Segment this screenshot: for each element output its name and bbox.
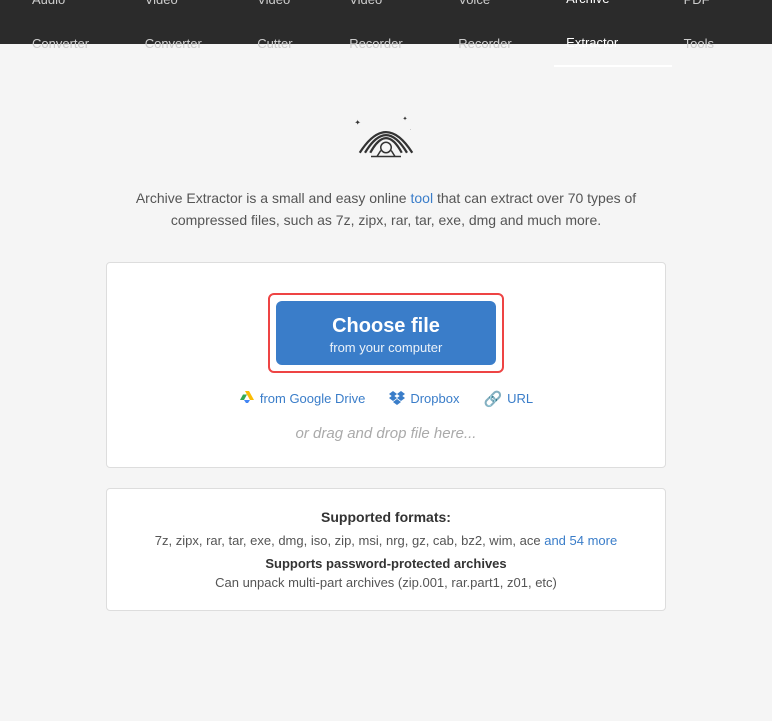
svg-text:✦: ✦ (403, 116, 408, 123)
google-drive-link[interactable]: from Google Drive (239, 389, 365, 409)
choose-file-label: Choose file (332, 315, 440, 338)
hero-icon: ✦ ✦ · (346, 104, 426, 167)
url-link[interactable]: 🔗 URL (483, 389, 533, 409)
choose-file-button[interactable]: Choose file from your computer (276, 301, 496, 365)
more-formats-link[interactable]: and 54 more (544, 533, 617, 548)
supported-formats-box: Supported formats: 7z, zipx, rar, tar, e… (106, 488, 666, 611)
nav-pdf-tools[interactable]: PDF Tools (672, 0, 752, 66)
feature-multipart: Can unpack multi-part archives (zip.001,… (137, 575, 635, 590)
choose-file-wrapper: Choose file from your computer (268, 293, 504, 373)
nav-voice-recorder[interactable]: Voice Recorder (446, 0, 554, 66)
main-content: ✦ ✦ · Archive Extractor is a small and e… (0, 44, 772, 651)
upload-box: Choose file from your computer from Goog… (106, 262, 666, 468)
nav-audio-converter[interactable]: Audio Converter (20, 0, 133, 66)
google-drive-label: from Google Drive (260, 391, 365, 406)
svg-text:·: · (410, 126, 412, 131)
hero-description: Archive Extractor is a small and easy on… (136, 187, 636, 232)
dropbox-link[interactable]: Dropbox (389, 389, 459, 409)
svg-text:✦: ✦ (355, 118, 362, 127)
nav-video-cutter[interactable]: Video Cutter (245, 0, 337, 66)
supported-formats: 7z, zipx, rar, tar, exe, dmg, iso, zip, … (137, 533, 635, 548)
supported-title: Supported formats: (137, 509, 635, 525)
top-nav: Audio Converter Video Converter Video Cu… (0, 0, 772, 44)
source-links: from Google Drive Dropbox 🔗 URL (239, 389, 533, 409)
url-label: URL (507, 391, 533, 406)
nav-video-recorder[interactable]: Video Recorder (337, 0, 446, 66)
google-drive-icon (239, 389, 255, 409)
url-icon: 🔗 (483, 390, 502, 408)
choose-file-sub: from your computer (330, 340, 443, 355)
dropbox-icon (389, 389, 405, 409)
drag-drop-label: or drag and drop file here... (296, 425, 477, 442)
dropbox-label: Dropbox (410, 391, 459, 406)
nav-archive-extractor[interactable]: Archive Extractor (554, 0, 671, 67)
nav-video-converter[interactable]: Video Converter (133, 0, 245, 66)
tool-link[interactable]: tool (411, 190, 434, 206)
feature-password: Supports password-protected archives (137, 556, 635, 571)
